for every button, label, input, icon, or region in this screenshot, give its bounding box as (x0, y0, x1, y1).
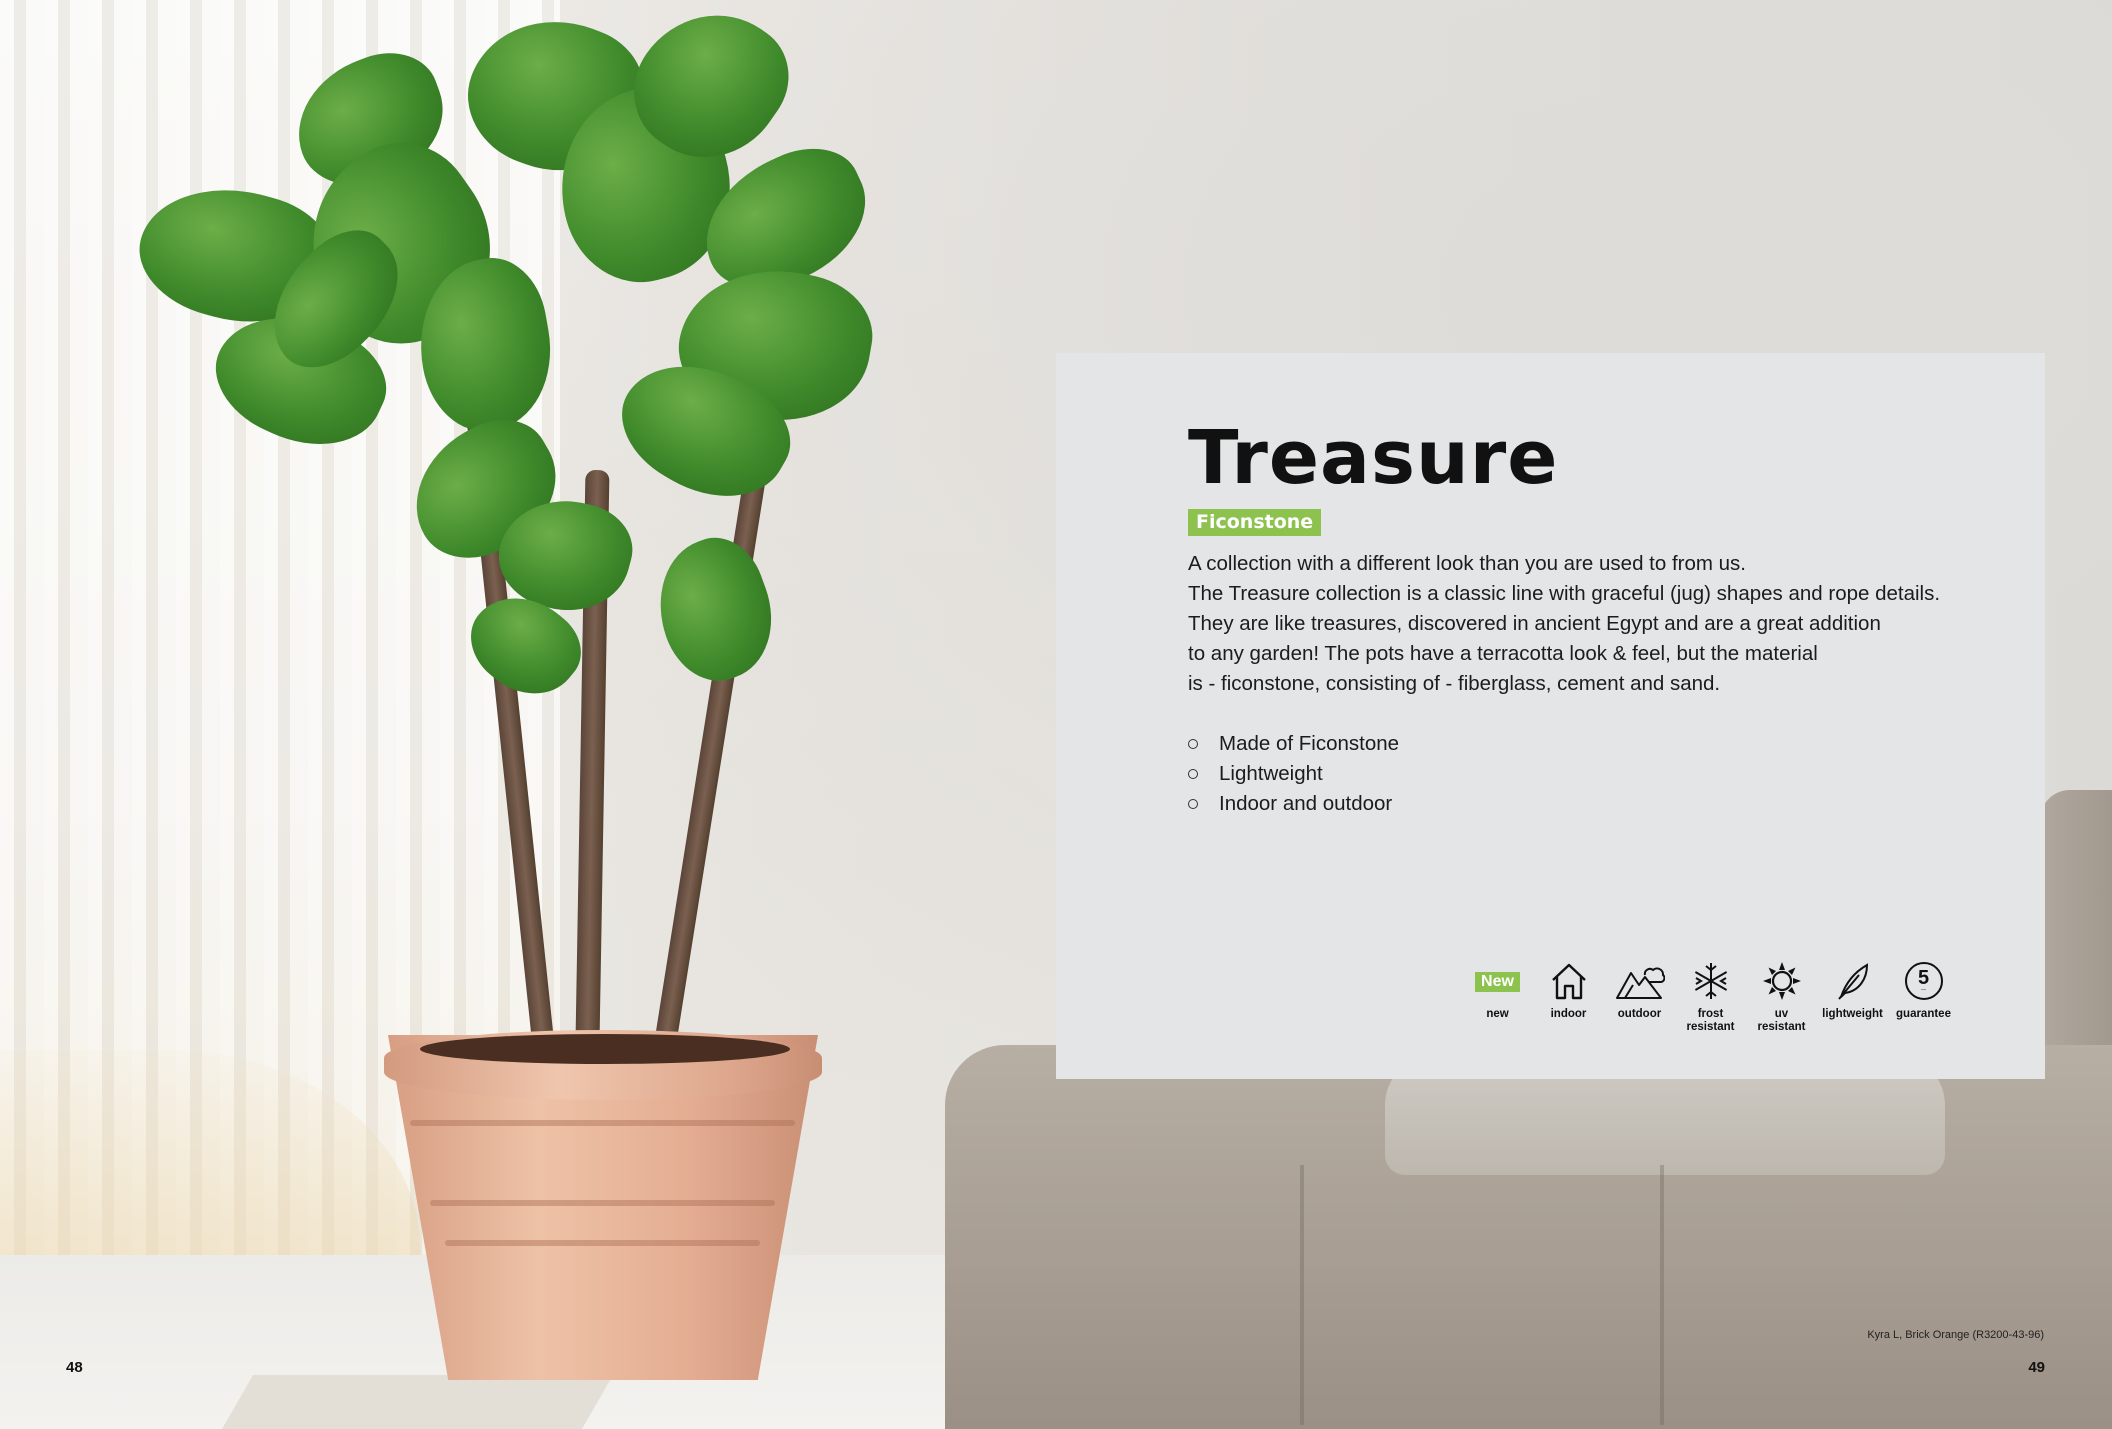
feature-lightweight: lightweight (1817, 958, 1888, 1034)
photo-caption: Kyra L, Brick Orange (R3200-43-96) (1867, 1329, 2044, 1341)
feature-guarantee: 5 — guarantee (1888, 958, 1959, 1034)
sofa-seam (1300, 1165, 1304, 1425)
bullet-item: Indoor and outdoor (1188, 789, 1399, 819)
pot-rope-detail (430, 1200, 775, 1206)
bullet-circle-icon (1188, 769, 1198, 779)
house-icon (1549, 958, 1589, 1004)
product-title: Treasure (1188, 415, 1559, 501)
feather-icon (1833, 958, 1873, 1004)
pot-rope-detail (445, 1240, 760, 1246)
feature-frost-resistant: frost resistant (1675, 958, 1746, 1034)
page-number-left: 48 (66, 1359, 83, 1376)
sun-icon (1760, 958, 1804, 1004)
bullet-item: Made of Ficonstone (1188, 729, 1399, 759)
mountain-cloud-icon (1615, 958, 1665, 1004)
bullet-circle-icon (1188, 799, 1198, 809)
feature-new: New new (1462, 958, 1533, 1034)
pot-soil (420, 1034, 790, 1064)
bullet-item: Lightweight (1188, 759, 1399, 789)
feature-outdoor: outdoor (1604, 958, 1675, 1034)
description-line: is - ficonstone, consisting of - fibergl… (1188, 672, 1721, 695)
feature-indoor: indoor (1533, 958, 1604, 1034)
description-line: They are like treasures, discovered in a… (1188, 612, 1881, 635)
guarantee-icon: 5 — (1904, 962, 1943, 1000)
new-badge: New (1475, 972, 1520, 992)
snowflake-icon (1691, 958, 1731, 1004)
material-tag: Ficonstone (1188, 509, 1322, 536)
page-number-right: 49 (2028, 1359, 2045, 1376)
description-line: The Treasure collection is a classic lin… (1188, 582, 1941, 605)
product-description: A collection with a different look than … (1188, 549, 1988, 699)
description-line: A collection with a different look than … (1188, 552, 1746, 575)
description-line: to any garden! The pots have a terracott… (1188, 642, 1818, 665)
feature-uv-resistant: uv resistant (1746, 958, 1817, 1034)
pot-rope-detail (410, 1120, 795, 1126)
rug (206, 1375, 614, 1429)
feature-icons: New new indoor outdoor frost resistant u… (1462, 958, 1959, 1034)
feature-bullet-list: Made of Ficonstone Lightweight Indoor an… (1188, 729, 1399, 819)
sofa-seam (1660, 1165, 1664, 1425)
bullet-circle-icon (1188, 739, 1198, 749)
